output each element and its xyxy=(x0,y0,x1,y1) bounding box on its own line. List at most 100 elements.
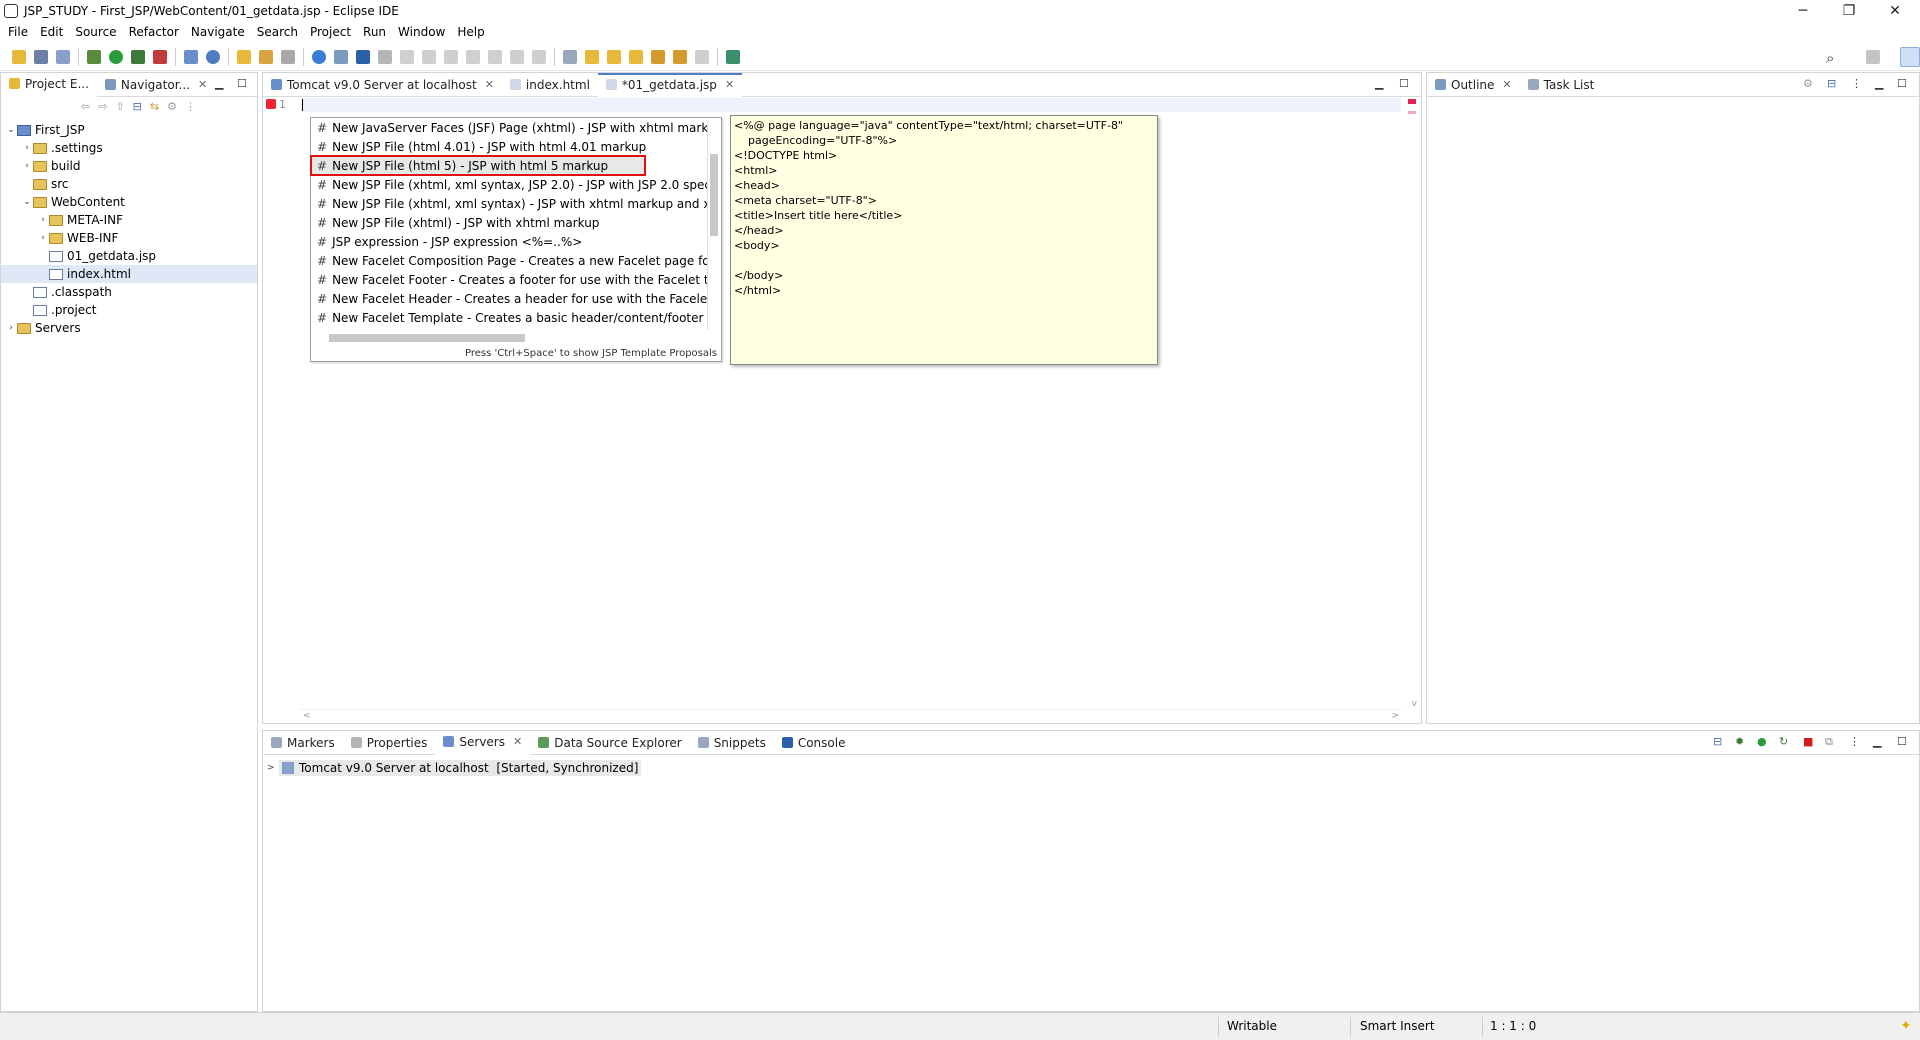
tab-navigator[interactable]: Navigator... ✕ xyxy=(97,73,215,97)
scroll-thumb[interactable] xyxy=(710,154,718,236)
warning-overview-icon[interactable] xyxy=(1408,111,1416,114)
menu-file[interactable]: File xyxy=(8,25,28,39)
proposal-hscrollbar[interactable] xyxy=(315,331,707,345)
proposal-item[interactable]: # JSP expression - JSP expression <%=..%> xyxy=(311,232,707,251)
close-icon[interactable]: ✕ xyxy=(198,78,207,91)
debug-icon[interactable] xyxy=(87,49,101,64)
minimize-icon[interactable]: ▁ xyxy=(215,77,223,90)
restore-button[interactable]: ❐ xyxy=(1826,0,1872,22)
minimize-icon[interactable]: ▁ xyxy=(1375,77,1383,90)
view-menu-icon[interactable]: ⋮ xyxy=(185,100,196,118)
menu-navigate[interactable]: Navigate xyxy=(191,25,245,39)
tree-item[interactable]: › build xyxy=(1,157,257,175)
proposal-item[interactable]: # New JSP File (xhtml, xml syntax, JSP 2.… xyxy=(311,175,707,194)
tree-item[interactable]: index.html xyxy=(1,265,257,283)
sync-icon[interactable]: ⚙ xyxy=(1803,77,1813,90)
save-all-icon[interactable] xyxy=(56,49,70,64)
step-return-icon[interactable] xyxy=(532,49,546,64)
expand-arrow-icon[interactable]: > xyxy=(267,763,279,773)
close-icon[interactable]: ✕ xyxy=(485,78,494,91)
overview-ruler[interactable] xyxy=(1407,97,1417,677)
java-ee-perspective-icon[interactable] xyxy=(1900,47,1920,67)
suspend-icon[interactable] xyxy=(422,49,436,64)
search-icon[interactable]: ⌕ xyxy=(1826,49,1834,67)
globe-icon[interactable] xyxy=(312,49,326,64)
server-row[interactable]: > Tomcat v9.0 Server at localhost [Start… xyxy=(267,759,642,777)
error-overview-icon[interactable] xyxy=(1408,99,1416,104)
back-icon[interactable] xyxy=(673,49,687,64)
tree-item[interactable]: .classpath xyxy=(1,283,257,301)
menu-help[interactable]: Help xyxy=(457,25,484,39)
menu-edit[interactable]: Edit xyxy=(40,25,63,39)
forward-icon[interactable] xyxy=(695,49,709,64)
publish-icon[interactable]: ⧉ xyxy=(1825,735,1833,749)
view-menu-icon[interactable]: ⋮ xyxy=(1851,77,1862,90)
external-tools-icon[interactable] xyxy=(153,49,167,64)
tab-markers[interactable]: Markers xyxy=(263,731,343,755)
coverage-icon[interactable] xyxy=(131,49,145,64)
tree-item[interactable]: › .settings xyxy=(1,139,257,157)
tab-project-explorer[interactable]: Project E... xyxy=(1,72,97,97)
tree-item[interactable]: › Servers xyxy=(1,319,257,337)
tab-console[interactable]: Console xyxy=(774,731,854,755)
maximize-icon[interactable]: ☐ xyxy=(1399,77,1409,90)
collapse-icon[interactable]: ⊟ xyxy=(1713,735,1722,748)
menu-search[interactable]: Search xyxy=(257,25,298,39)
tree-item[interactable]: 01_getdata.jsp xyxy=(1,247,257,265)
pin-editor-icon[interactable] xyxy=(726,49,740,64)
scroll-down-icon[interactable]: v xyxy=(1412,699,1417,709)
menu-refactor[interactable]: Refactor xyxy=(129,25,179,39)
collapsed-arrow-icon[interactable]: › xyxy=(21,161,33,171)
tab-getdata-jsp[interactable]: *01_getdata.jsp ✕ xyxy=(597,72,743,97)
close-icon[interactable]: ✕ xyxy=(1502,78,1511,91)
link-with-editor-icon[interactable]: ⇆ xyxy=(150,100,159,118)
proposal-item[interactable]: # New Facelet Template - Creates a basic … xyxy=(311,308,707,327)
proposal-item-selected[interactable]: # New JSP File (html 5) - JSP with html 5… xyxy=(310,155,646,176)
collapse-all-icon[interactable]: ⊟ xyxy=(133,100,142,118)
tree-item[interactable]: › META-INF xyxy=(1,211,257,229)
disconnect-icon[interactable] xyxy=(466,49,480,64)
proposal-item[interactable]: # New JSP File (xhtml, xml syntax) - JSP … xyxy=(311,194,707,213)
proposal-item[interactable]: # New Facelet Composition Page - Creates … xyxy=(311,251,707,270)
close-window-button[interactable]: ✕ xyxy=(1872,0,1918,22)
next-annotation-icon[interactable] xyxy=(607,49,621,64)
new-server-icon[interactable] xyxy=(184,49,198,64)
horizontal-scrollbar[interactable]: < > xyxy=(301,709,1401,723)
annotation-icon[interactable] xyxy=(585,49,599,64)
proposal-scrollbar[interactable] xyxy=(707,120,719,330)
tab-data-source-explorer[interactable]: Data Source Explorer xyxy=(530,731,689,755)
tree-item[interactable]: › WEB-INF xyxy=(1,229,257,247)
step-over-icon[interactable] xyxy=(510,49,524,64)
menu-window[interactable]: Window xyxy=(398,25,445,39)
minimize-icon[interactable]: ▁ xyxy=(1873,735,1881,748)
current-line[interactable] xyxy=(301,98,1401,112)
new-icon[interactable] xyxy=(12,49,26,64)
tree-item[interactable]: src xyxy=(1,175,257,193)
forward-nav-icon[interactable]: ⇨ xyxy=(98,100,107,118)
debug-server-icon[interactable]: ✹ xyxy=(1735,735,1744,748)
terminate-icon[interactable] xyxy=(444,49,458,64)
tab-servers[interactable]: Servers ✕ xyxy=(435,730,531,755)
tip-bulb-icon[interactable]: ✦ xyxy=(1900,1018,1912,1034)
close-icon[interactable]: ✕ xyxy=(725,78,734,91)
close-icon[interactable]: ✕ xyxy=(513,735,522,748)
collapsed-arrow-icon[interactable]: › xyxy=(37,233,49,243)
tab-snippets[interactable]: Snippets xyxy=(690,731,774,755)
start-server-icon[interactable]: ● xyxy=(1757,735,1767,748)
tab-outline[interactable]: Outline ✕ xyxy=(1427,73,1520,97)
maximize-icon[interactable]: ☐ xyxy=(1897,735,1907,748)
proposal-item[interactable]: # New Facelet Header - Creates a header f… xyxy=(311,289,707,308)
tree-item[interactable]: ⌄ First_JSP xyxy=(1,121,257,139)
menu-source[interactable]: Source xyxy=(75,25,116,39)
menu-run[interactable]: Run xyxy=(363,25,386,39)
prev-annotation-icon[interactable] xyxy=(629,49,643,64)
open-resource-icon[interactable] xyxy=(259,49,273,64)
open-type-icon[interactable] xyxy=(237,49,251,64)
collapsed-arrow-icon[interactable]: › xyxy=(5,323,17,333)
hscroll-thumb[interactable] xyxy=(329,334,525,342)
resume-icon[interactable] xyxy=(400,49,414,64)
link-icon[interactable] xyxy=(334,49,348,64)
menu-project[interactable]: Project xyxy=(310,25,351,39)
step-icon[interactable] xyxy=(378,49,392,64)
toggle-ant-icon[interactable] xyxy=(356,49,370,64)
